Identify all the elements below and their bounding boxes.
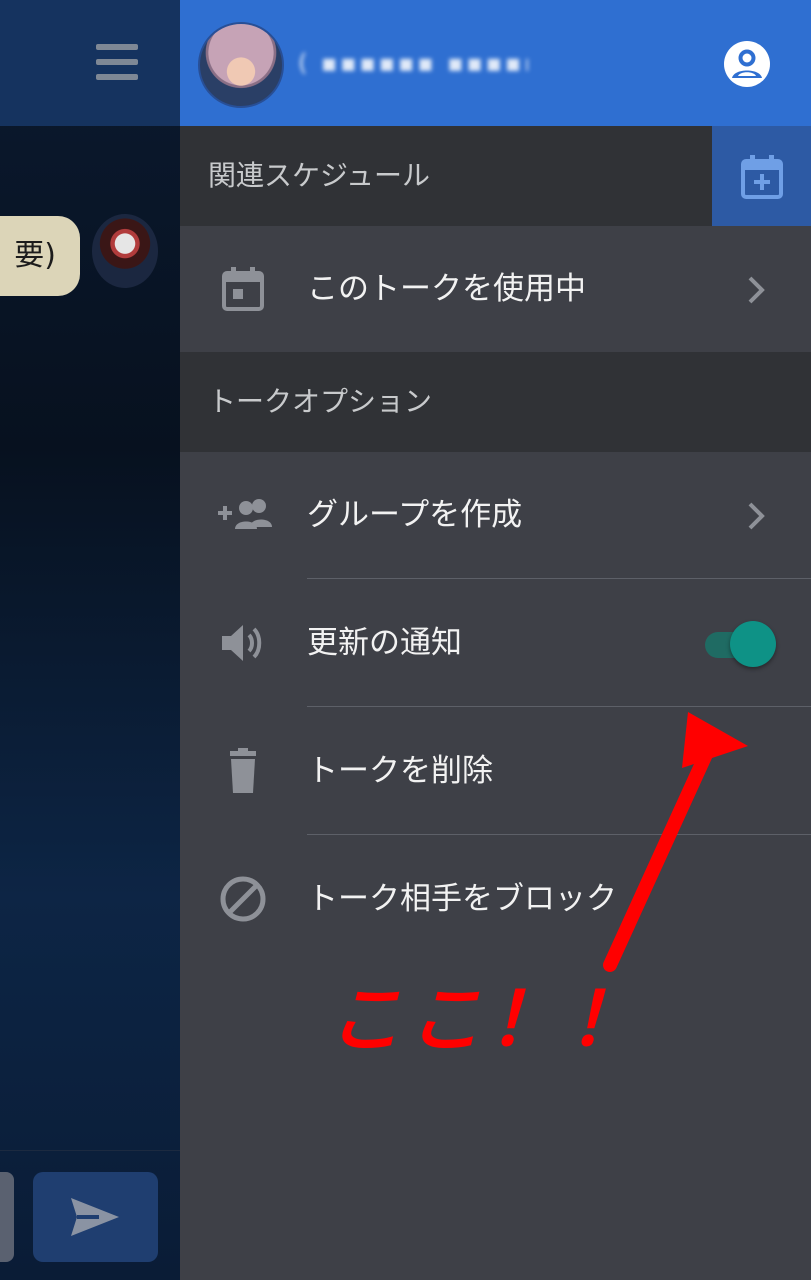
user-avatar[interactable] — [198, 22, 284, 108]
send-icon — [71, 1198, 119, 1236]
user-name: ( ▪▪▪▪▪▪ ▪▪▪▪▪▪▪▪ — [298, 49, 528, 77]
create-group-item[interactable]: グループを作成 — [180, 451, 811, 579]
delete-talk-label: トークを削除 — [307, 753, 493, 789]
chevron-right-icon — [748, 276, 765, 304]
section-header-related-schedule: 関連スケジュール — [180, 126, 811, 226]
notification-toggle[interactable] — [703, 619, 778, 669]
create-group-label: グループを作成 — [307, 497, 523, 533]
trash-icon — [230, 748, 256, 793]
block-icon — [220, 876, 266, 922]
chat-message-bubble: 要) — [0, 216, 80, 296]
drawer-header: ( ▪▪▪▪▪▪ ▪▪▪▪▪▪▪▪ — [180, 0, 811, 126]
sender-avatar[interactable] — [92, 214, 158, 288]
section-title: トークオプション — [208, 385, 433, 418]
profile-icon[interactable] — [723, 40, 771, 88]
chat-background: 要) — [0, 0, 180, 1280]
section-title: 関連スケジュール — [208, 159, 431, 192]
update-notification-label: 更新の通知 — [307, 625, 462, 661]
using-this-talk-item[interactable]: このトークを使用中 — [180, 225, 811, 353]
chevron-right-icon — [748, 502, 765, 530]
section-header-talk-options: トークオプション — [180, 352, 811, 452]
calendar-icon — [222, 267, 264, 311]
annotation-arrow — [603, 712, 748, 972]
hamburger-menu-icon[interactable] — [96, 44, 138, 84]
annotation-label: ここ！！ — [328, 977, 648, 1063]
speaker-icon — [222, 625, 262, 661]
using-this-talk-label: このトークを使用中 — [307, 271, 586, 307]
message-input[interactable] — [0, 1172, 14, 1262]
side-drawer: ( ▪▪▪▪▪▪ ▪▪▪▪▪▪▪▪ 関連スケジュール — [180, 0, 811, 1280]
add-schedule-button[interactable] — [712, 126, 811, 226]
footer-divider — [0, 1150, 180, 1151]
add-group-icon — [218, 499, 272, 529]
send-button[interactable] — [33, 1172, 158, 1262]
calendar-add-icon — [741, 155, 783, 199]
chat-header — [0, 0, 180, 126]
toggle-thumb — [730, 621, 776, 667]
update-notification-item[interactable]: 更新の通知 — [180, 579, 811, 707]
block-partner-label: トーク相手をブロック — [307, 881, 617, 917]
